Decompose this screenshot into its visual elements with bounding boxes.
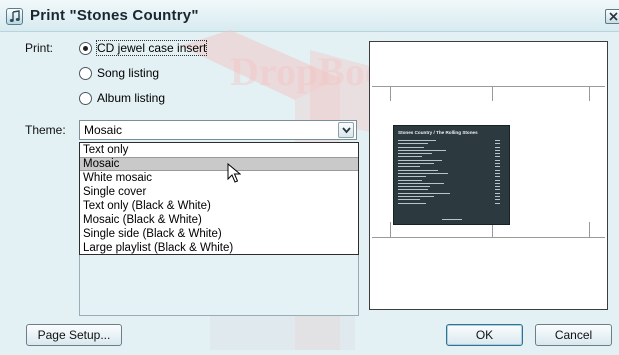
radio-label: Song listing [97, 66, 160, 80]
radio-button[interactable] [79, 67, 92, 80]
music-note-icon [6, 8, 23, 25]
radio-cd-jewel-case[interactable]: CD jewel case insert [79, 40, 279, 57]
radio-album-listing[interactable]: Album listing [79, 91, 279, 107]
ok-button[interactable]: OK [446, 324, 523, 346]
radio-label: Album listing [97, 91, 166, 105]
print-preview: Stones Country / The Rolling Stones [369, 41, 608, 310]
jewel-case-insert: Stones Country / The Rolling Stones [393, 125, 510, 225]
track-list [398, 139, 506, 205]
crop-mark [589, 86, 590, 101]
page-setup-button[interactable]: Page Setup... [26, 324, 122, 346]
radio-button[interactable] [79, 42, 92, 55]
close-button[interactable] [605, 9, 619, 24]
close-icon [609, 12, 618, 21]
crop-mark [372, 86, 605, 87]
track-line [398, 202, 506, 205]
crop-mark [589, 222, 590, 237]
crop-mark [492, 86, 493, 101]
theme-option[interactable]: Text only [80, 143, 358, 157]
radio-label: CD jewel case insert [95, 40, 208, 56]
theme-option[interactable]: Mosaic [80, 157, 358, 171]
print-label: Print: [25, 41, 54, 55]
print-dialog: Print "Stones Country" DropBooks Print: … [0, 0, 619, 355]
theme-option[interactable]: Mosaic (Black & White) [80, 213, 358, 227]
crop-mark [390, 222, 391, 237]
crop-mark [390, 86, 391, 101]
theme-option[interactable]: Large playlist (Black & White) [80, 241, 358, 255]
insert-title: Stones Country / The Rolling Stones [398, 130, 478, 135]
theme-selected-value: Mosaic [84, 123, 123, 137]
theme-option[interactable]: Single cover [80, 185, 358, 199]
theme-description-area [79, 255, 359, 316]
radio-button[interactable] [79, 92, 92, 105]
preview-page: Stones Country / The Rolling Stones [372, 44, 605, 307]
insert-footer [442, 219, 462, 220]
theme-select[interactable]: Mosaic [79, 120, 357, 140]
theme-option[interactable]: Text only (Black & White) [80, 199, 358, 213]
chevron-down-icon[interactable] [338, 122, 354, 138]
window-title: Print "Stones Country" [30, 7, 199, 24]
theme-option[interactable]: White mosaic [80, 171, 358, 185]
radio-song-listing[interactable]: Song listing [79, 66, 279, 82]
title-bar[interactable]: Print "Stones Country" [0, 0, 619, 32]
theme-label: Theme: [25, 123, 66, 137]
theme-dropdown-list: Text only Mosaic White mosaic Single cov… [79, 142, 359, 255]
cursor-arrow-icon [227, 163, 241, 183]
theme-option[interactable]: Single side (Black & White) [80, 227, 358, 241]
crop-mark [372, 237, 605, 238]
cancel-button[interactable]: Cancel [535, 324, 612, 346]
